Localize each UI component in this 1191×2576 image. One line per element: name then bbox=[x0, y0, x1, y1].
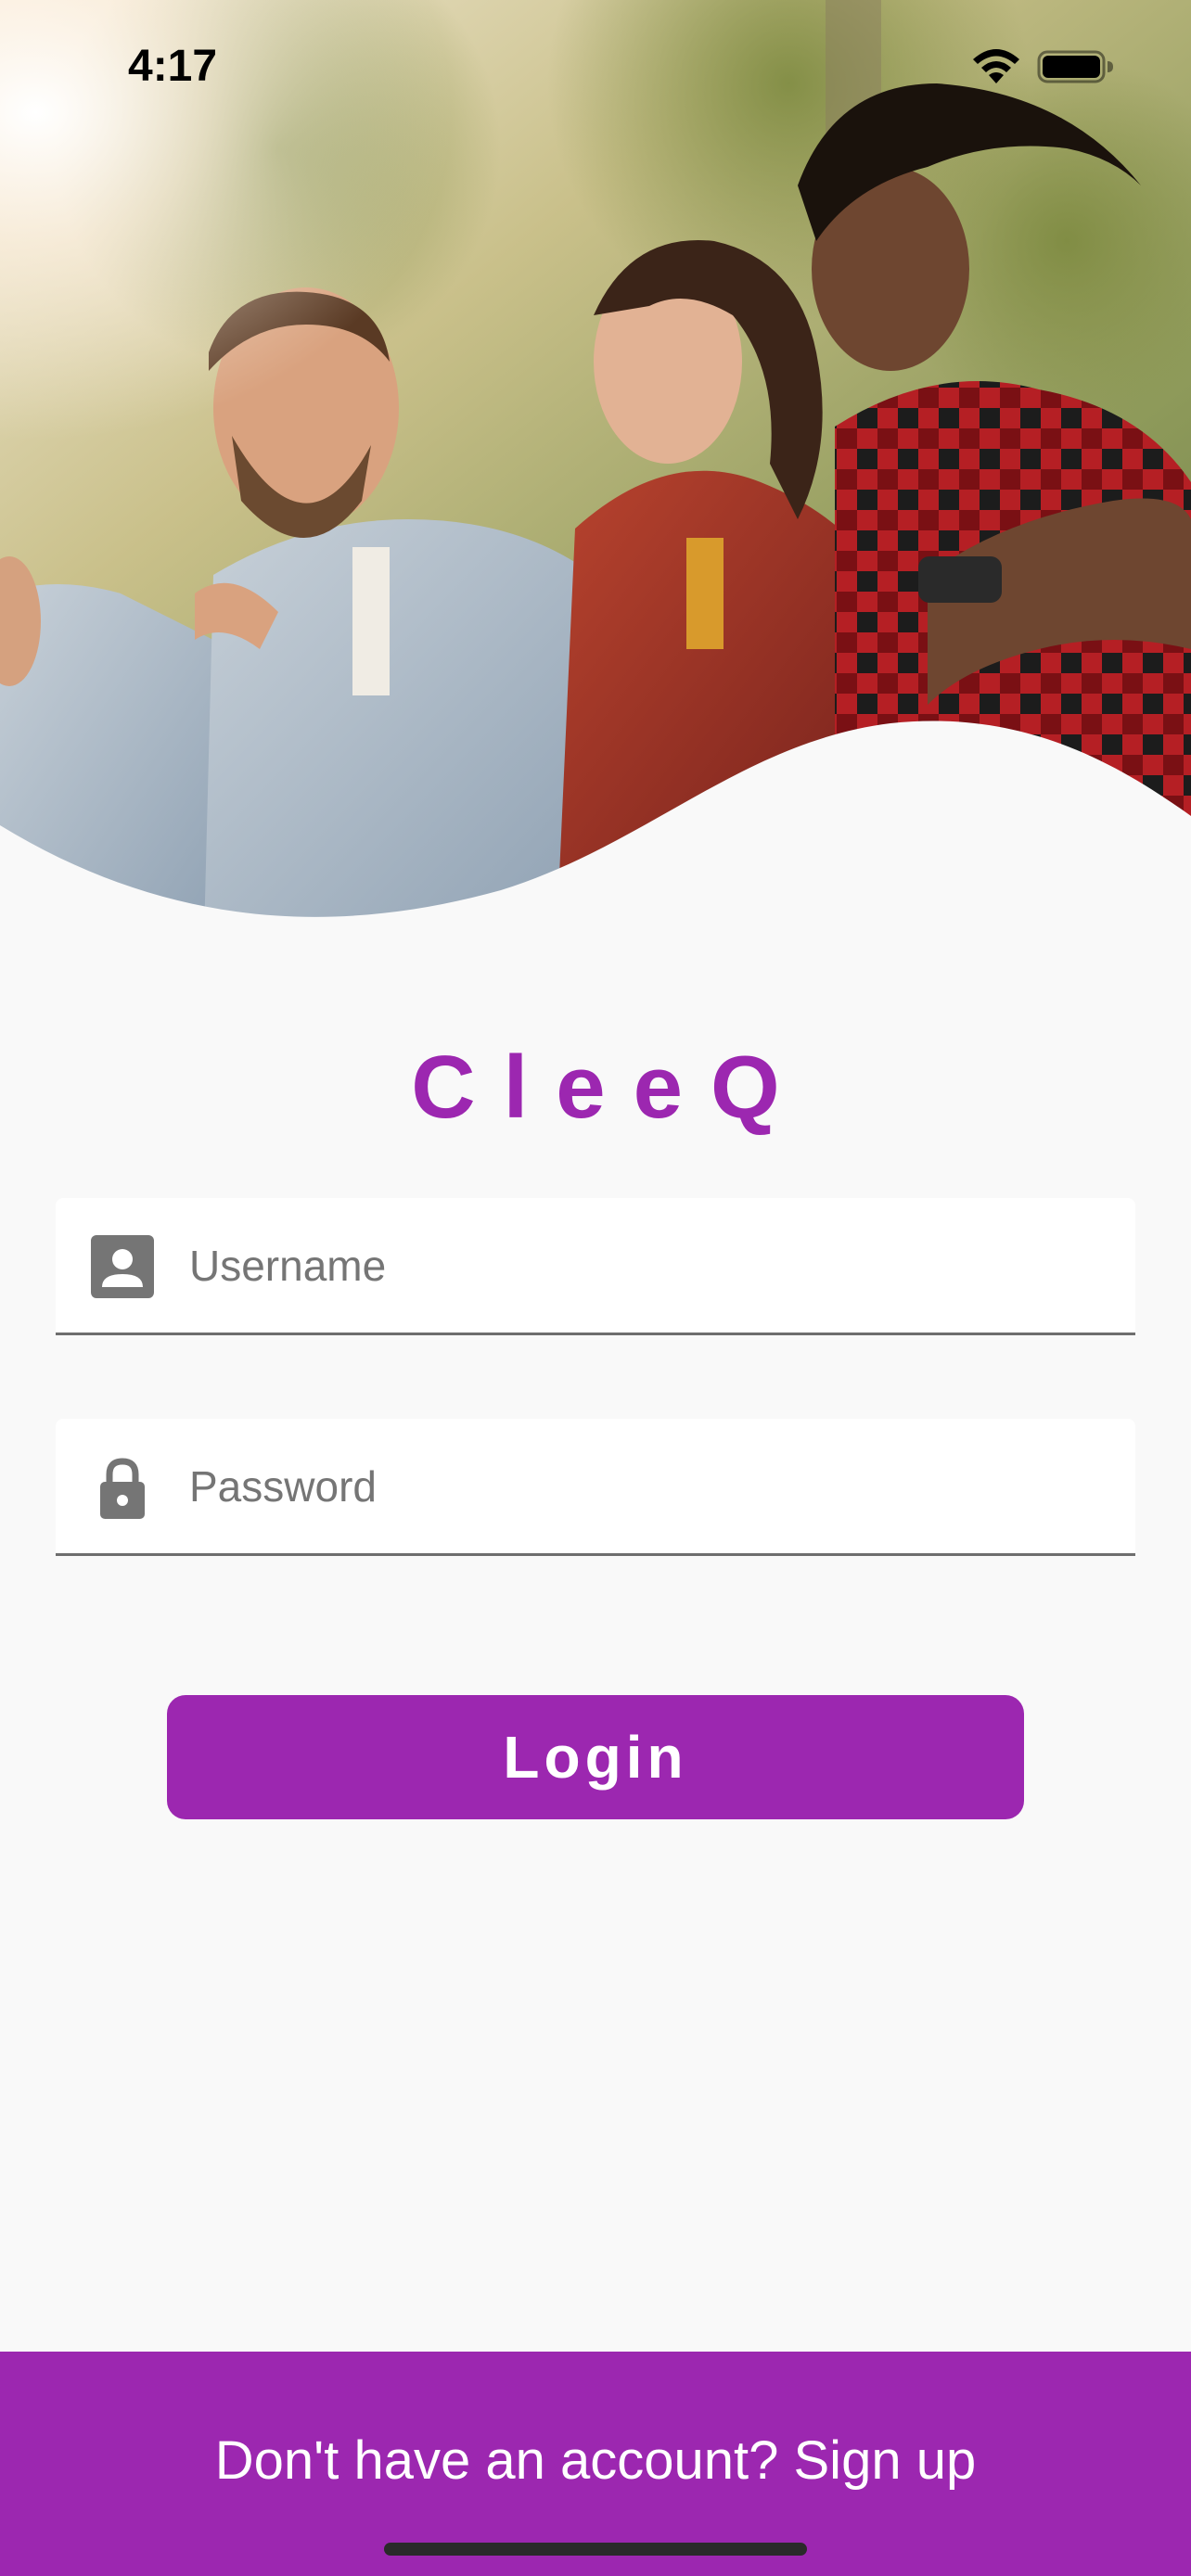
status-bar: 4:17 bbox=[0, 0, 1191, 130]
password-input[interactable] bbox=[189, 1419, 1098, 1553]
account-box-icon bbox=[91, 1235, 154, 1298]
status-time: 4:17 bbox=[128, 42, 218, 91]
hero-image bbox=[0, 0, 1191, 937]
battery-full-icon bbox=[1037, 50, 1113, 83]
password-field[interactable] bbox=[56, 1419, 1135, 1556]
username-field[interactable] bbox=[56, 1198, 1135, 1335]
home-indicator bbox=[384, 2543, 807, 2556]
username-input[interactable] bbox=[189, 1198, 1098, 1333]
app-title: CleeQ bbox=[411, 1038, 808, 1137]
lock-icon bbox=[100, 1458, 145, 1519]
wifi-icon bbox=[973, 49, 1019, 83]
wave-divider bbox=[0, 721, 1191, 937]
signup-bar: Don't have an account? Sign up bbox=[0, 2352, 1191, 2576]
login-button[interactable]: Login bbox=[167, 1695, 1024, 1819]
signup-link[interactable]: Don't have an account? Sign up bbox=[0, 2429, 1191, 2492]
